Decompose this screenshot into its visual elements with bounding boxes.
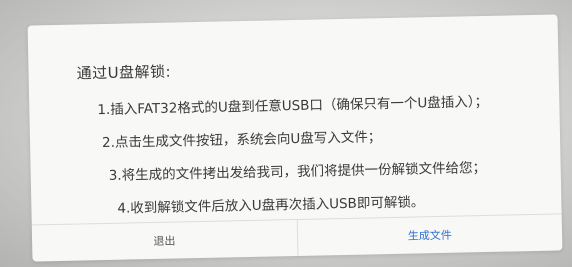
instruction-step-3: 3.将生成的文件拷出发给我司，我们将提供一份解锁文件给您； — [108, 160, 487, 184]
generate-file-button[interactable]: 生成文件 — [297, 214, 562, 256]
exit-button[interactable]: 退出 — [31, 219, 298, 262]
instruction-step-2: 2.点击生成文件按钮，系统会向U盘写入文件； — [101, 129, 382, 152]
instruction-step-4: 4.收到解锁文件后放入U盘再次插入USB即可解锁。 — [117, 194, 425, 217]
dialog-title: 通过U盘解锁: — [76, 62, 172, 83]
unlock-dialog: 通过U盘解锁: 1.插入FAT32格式的U盘到任意USB口（确保只有一个U盘插入… — [27, 14, 563, 262]
instruction-step-1: 1.插入FAT32格式的U盘到任意USB口（确保只有一个U盘插入）； — [97, 93, 489, 119]
